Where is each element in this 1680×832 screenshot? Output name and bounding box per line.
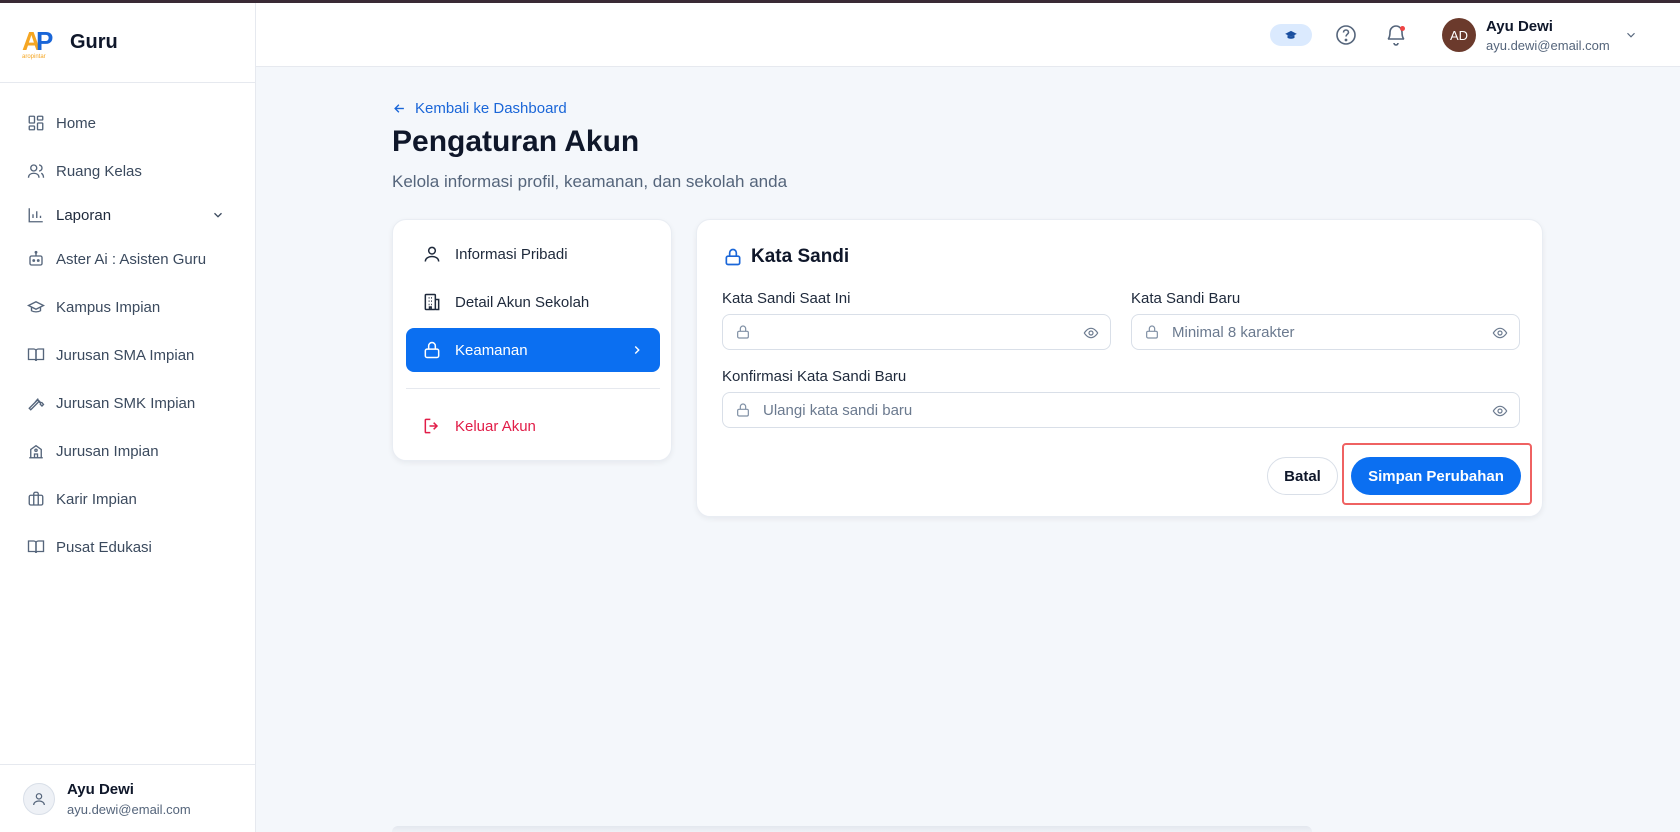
sidebar-item-label: Ruang Kelas	[56, 162, 142, 180]
new-password-placeholder: Minimal 8 karakter	[1172, 323, 1295, 341]
briefcase-icon	[27, 490, 45, 508]
chevron-down-icon[interactable]	[211, 208, 225, 222]
brand-title: Guru	[70, 31, 118, 53]
header-user-email: ayu.dewi@email.com	[1486, 37, 1610, 53]
current-password-field[interactable]	[722, 314, 1111, 350]
graduation-cap-icon[interactable]	[1270, 24, 1312, 46]
sidebar-item-jurusan-impian[interactable]: Jurusan Impian	[0, 427, 255, 475]
confirm-password-placeholder: Ulangi kata sandi baru	[763, 401, 913, 419]
sidebar-item-laporan[interactable]: Laporan	[0, 195, 255, 235]
eye-icon[interactable]	[1083, 325, 1099, 341]
sidebar-item-label: Jurusan SMK Impian	[56, 394, 196, 412]
confirm-password-field[interactable]: Ulangi kata sandi baru	[722, 392, 1520, 428]
sidebar-item-karir-impian[interactable]: Karir Impian	[0, 475, 255, 523]
sidebar-item-label: Aster Ai : Asisten Guru	[56, 250, 207, 268]
back-to-dashboard-link[interactable]: Kembali ke Dashboard	[392, 100, 567, 117]
wrench-icon	[27, 394, 45, 412]
save-button[interactable]: Simpan Perubahan	[1351, 457, 1521, 495]
sidebar-item-label: Kampus Impian	[56, 298, 161, 316]
book-open-icon	[27, 346, 45, 364]
lock-icon	[422, 340, 442, 360]
sidebar-item-jurusan-smk[interactable]: Jurusan SMK Impian	[0, 379, 255, 427]
sidebar-item-label: Jurusan SMA Impian	[56, 346, 195, 364]
page-subtitle: Kelola informasi profil, keamanan, dan s…	[392, 172, 788, 191]
sidebar-item-jurusan-sma[interactable]: Jurusan SMA Impian	[0, 331, 255, 379]
password-form-card: Kata Sandi Kata Sandi Saat Ini Kata Sand…	[696, 219, 1543, 517]
sidebar-nav: Home Ruang Kelas Laporan Aster Ai : Asis…	[0, 83, 255, 571]
header-user-name: Ayu Dewi	[1486, 17, 1553, 35]
building-icon	[422, 292, 442, 312]
header-user-menu[interactable]: AD Ayu Dewi ayu.dewi@email.com	[1442, 17, 1638, 53]
sidebar-item-label: Karir Impian	[56, 490, 137, 508]
robot-icon	[27, 250, 45, 268]
help-icon[interactable]	[1334, 23, 1358, 47]
sidebar-item-label: Home	[56, 114, 97, 132]
confirm-password-label: Konfirmasi Kata Sandi Baru	[722, 368, 907, 385]
brand-logo[interactable]: AP aropintar	[22, 27, 60, 60]
sidebar-item-aster-ai[interactable]: Aster Ai : Asisten Guru	[0, 235, 255, 283]
sidebar-item-pusat-edukasi[interactable]: Pusat Edukasi	[0, 523, 255, 571]
users-icon	[27, 162, 45, 180]
bell-icon[interactable]	[1384, 23, 1408, 47]
lock-icon	[735, 402, 751, 418]
user-icon	[422, 244, 442, 264]
back-link-label: Kembali ke Dashboard	[415, 100, 567, 117]
sidebar-item-kampus-impian[interactable]: Kampus Impian	[0, 283, 255, 331]
notification-dot	[1400, 26, 1405, 31]
chevron-right-icon	[630, 343, 644, 357]
eye-icon[interactable]	[1492, 325, 1508, 341]
sidebar-item-label: Laporan	[56, 206, 112, 224]
avatar: AD	[1442, 18, 1476, 52]
new-password-field[interactable]: Minimal 8 karakter	[1131, 314, 1520, 350]
eye-icon[interactable]	[1492, 403, 1508, 419]
grid-icon	[27, 114, 45, 132]
new-password-label: Kata Sandi Baru	[1131, 290, 1241, 307]
sidebar-user[interactable]: Ayu Dewi ayu.dewi@email.com	[0, 764, 255, 832]
lock-icon	[723, 247, 743, 267]
sidebar-item-home[interactable]: Home	[0, 99, 255, 147]
sidebar-item-label: Jurusan Impian	[56, 442, 159, 460]
bottom-card-edge	[392, 826, 1312, 832]
form-title: Kata Sandi	[723, 246, 849, 268]
menu-item-logout[interactable]: Keluar Akun	[406, 404, 660, 448]
chevron-down-icon[interactable]	[1624, 28, 1638, 42]
logout-icon	[422, 416, 442, 436]
top-header: AD Ayu Dewi ayu.dewi@email.com	[256, 3, 1680, 67]
lock-icon	[1144, 324, 1160, 340]
menu-item-security[interactable]: Keamanan	[406, 328, 660, 372]
cancel-button[interactable]: Batal	[1267, 457, 1338, 495]
sidebar-user-email: ayu.dewi@email.com	[67, 801, 191, 817]
graduation-cap-icon	[27, 298, 45, 316]
lock-icon	[735, 324, 751, 340]
sidebar-item-label: Pusat Edukasi	[56, 538, 152, 556]
bar-chart-icon	[27, 206, 45, 224]
menu-item-personal-info[interactable]: Informasi Pribadi	[406, 232, 660, 276]
sidebar-user-name: Ayu Dewi	[67, 780, 134, 798]
school-icon	[27, 442, 45, 460]
menu-item-school-account[interactable]: Detail Akun Sekolah	[406, 280, 660, 324]
user-icon	[23, 782, 55, 815]
book-icon	[27, 538, 45, 556]
brand: AP aropintar Guru	[0, 3, 255, 83]
current-password-label: Kata Sandi Saat Ini	[722, 290, 851, 307]
page-title: Pengaturan Akun	[392, 125, 640, 158]
arrow-left-icon	[392, 101, 407, 116]
menu-divider	[406, 388, 660, 389]
settings-menu-card: Informasi Pribadi Detail Akun Sekolah Ke…	[392, 219, 672, 461]
sidebar-item-ruang-kelas[interactable]: Ruang Kelas	[0, 147, 255, 195]
sidebar: AP aropintar Guru Home Ruang Kelas Lapor…	[0, 3, 256, 832]
